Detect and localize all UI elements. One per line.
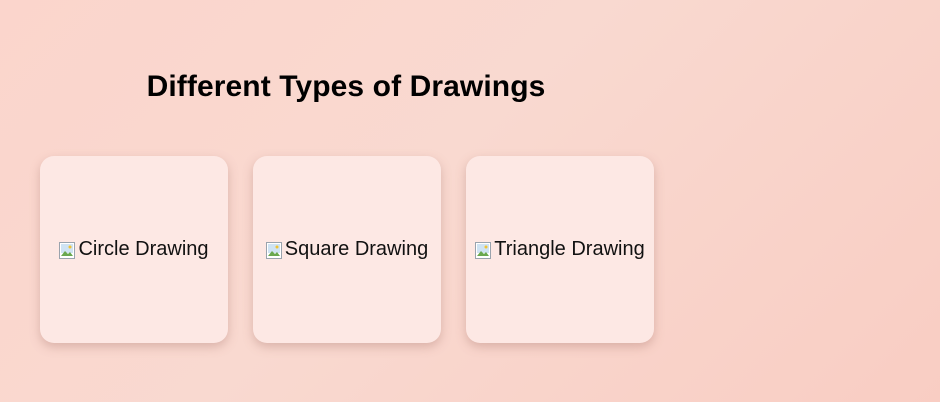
page-title: Different Types of Drawings xyxy=(146,70,546,103)
card-circle-drawing: Circle Drawing xyxy=(40,156,228,343)
broken-image-icon xyxy=(475,241,492,259)
drawing-cards: Circle Drawing Square Drawing Triangle D… xyxy=(40,156,654,343)
card-square-drawing: Square Drawing xyxy=(253,156,441,343)
circle-drawing-image: Circle Drawing xyxy=(59,238,209,261)
triangle-drawing-alt-text: Triangle Drawing xyxy=(494,238,645,260)
broken-image-icon xyxy=(59,241,76,259)
square-drawing-alt-text: Square Drawing xyxy=(284,238,429,260)
square-drawing-image: Square Drawing xyxy=(265,238,429,261)
card-triangle-drawing: Triangle Drawing xyxy=(466,156,654,343)
circle-drawing-alt-text: Circle Drawing xyxy=(78,238,209,260)
triangle-drawing-image: Triangle Drawing xyxy=(475,238,645,261)
broken-image-icon xyxy=(265,241,282,259)
